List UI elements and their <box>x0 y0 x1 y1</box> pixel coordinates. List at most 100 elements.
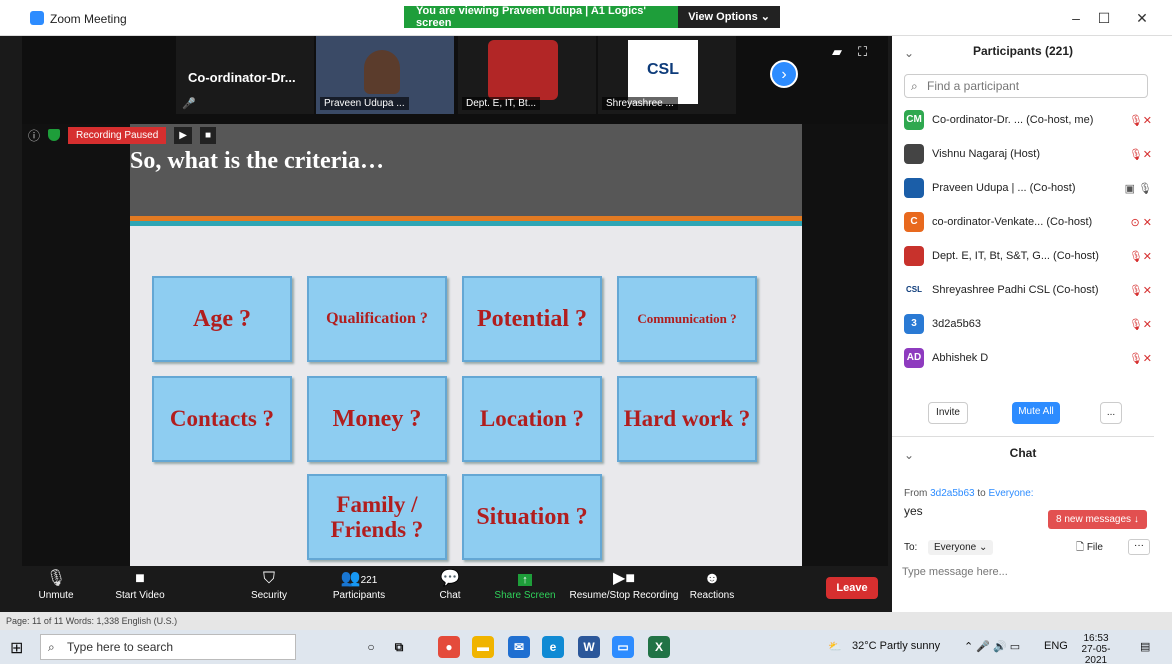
excel-icon[interactable]: X <box>648 636 670 658</box>
file-explorer-icon[interactable]: ▬ <box>472 636 494 658</box>
zoom-icon[interactable]: ▭ <box>612 636 634 658</box>
recipient-select[interactable]: Everyone ⌄ <box>928 540 994 555</box>
avatar: 3 <box>904 314 924 334</box>
participants-icon: 👥221 <box>340 570 378 587</box>
participant-name: Co-ordinator-Dr... <box>188 70 296 85</box>
video-tile[interactable]: CSL Shreyashree ... <box>598 36 736 114</box>
file-icon: 🗋 <box>1076 542 1087 553</box>
participant-row[interactable]: Praveen Udupa | ... (Co-host) ▣ 🎙 <box>904 174 1152 202</box>
participants-button[interactable]: 👥221 Participants <box>326 568 392 601</box>
participant-name: Dept. E, IT, Bt, S&T, G... (Co-host) <box>932 250 1099 262</box>
participant-row[interactable]: Vishnu Nagaraj (Host) 🎙✕ <box>904 140 1152 168</box>
criteria-box: Family / Friends ? <box>307 474 447 560</box>
share-screen-button[interactable]: ↑ Share Screen <box>492 568 558 601</box>
resume-recording-button[interactable]: ▶ <box>174 126 192 144</box>
participant-row[interactable]: AD Abhishek D 🎙✕ <box>904 344 1152 372</box>
stop-recording-button[interactable]: ■ <box>200 126 217 144</box>
clock[interactable]: 16:53 27-05-2021 <box>1076 633 1116 664</box>
language-indicator[interactable]: ENG <box>1044 640 1068 652</box>
unmute-button[interactable]: 🎙 Unmute <box>36 568 76 601</box>
chat-from-word: From <box>904 488 928 499</box>
cortana-icon[interactable]: ○ <box>360 636 382 658</box>
weather-text[interactable]: 32°C Partly sunny <box>852 640 940 652</box>
view-options-button[interactable]: View Options ⌄ <box>678 6 780 28</box>
more-options-button[interactable]: ... <box>1100 402 1122 424</box>
criteria-box: Potential ? <box>462 276 602 362</box>
speaker-video <box>364 50 400 94</box>
slide-title: So, what is the criteria… <box>130 148 384 174</box>
windows-start-icon[interactable]: ⊞ <box>10 638 23 658</box>
windows-taskbar: ⊞ ⌕ Type here to search ○ ⧉ ● ▬ ✉ e W ▭ … <box>0 630 1172 664</box>
chat-message: yes <box>904 504 923 518</box>
new-messages-button[interactable]: 8 new messages ↓ <box>1048 510 1147 529</box>
fullscreen-icon[interactable]: ⛶ <box>858 44 867 60</box>
info-icon[interactable]: ⓘ <box>28 127 40 144</box>
participant-name: Co-ordinator-Dr. ... (Co-host, me) <box>932 114 1094 126</box>
security-button[interactable]: ⛉ Security <box>244 568 294 601</box>
criteria-box: Qualification ? <box>307 276 447 362</box>
criteria-box: Hard work ? <box>617 376 757 462</box>
video-tile[interactable]: Dept. E, IT, Bt... <box>458 36 596 114</box>
criteria-box: Age ? <box>152 276 292 362</box>
notification-icon[interactable]: ▤ <box>1140 640 1150 653</box>
reactions-button[interactable]: ☻ Reactions <box>686 568 738 601</box>
criteria-box: Location ? <box>462 376 602 462</box>
participant-name: Abhishek D <box>932 352 989 364</box>
to-label: To: <box>904 542 918 553</box>
participant-row[interactable]: 3 3d2a5b63 🎙✕ <box>904 310 1152 338</box>
chat-more-button[interactable]: ··· <box>1128 539 1150 555</box>
participant-name: Praveen Udupa | ... (Co-host) <box>932 182 1076 194</box>
video-tile[interactable]: Praveen Udupa ... <box>316 36 454 114</box>
gallery-view-icon[interactable]: ▰ <box>832 44 842 60</box>
next-page-button[interactable]: › <box>770 60 798 88</box>
leave-button[interactable]: Leave <box>826 577 878 599</box>
tray-icons[interactable]: ⌃ 🎤 🔊 ▭ <box>964 640 1020 653</box>
chrome-icon[interactable]: ● <box>438 636 460 658</box>
criteria-box: Contacts ? <box>152 376 292 462</box>
slide: So, what is the criteria… Age ? Qualific… <box>130 124 802 566</box>
screen: Zoom Meeting You are viewing Praveen Udu… <box>0 0 1172 664</box>
mail-icon[interactable]: ✉ <box>508 636 530 658</box>
participant-row[interactable]: C co-ordinator-Venkate... (Co-host) ⊙ ✕ <box>904 208 1152 236</box>
unmute-label: Unmute <box>38 590 74 601</box>
slide-stripe-teal <box>130 221 802 226</box>
mic-off-icon: 🎤 <box>182 98 196 110</box>
shield-icon[interactable] <box>48 129 61 141</box>
maximize-button[interactable]: ☐ <box>1090 10 1118 27</box>
avatar <box>904 178 924 198</box>
task-view-icon[interactable]: ⧉ <box>388 636 410 658</box>
divider <box>892 436 1154 437</box>
recording-button[interactable]: ▶■ Resume/Stop Recording <box>566 568 682 601</box>
participant-search-input[interactable]: ⌕ Find a participant <box>904 74 1148 98</box>
file-button[interactable]: 🗋 File <box>1076 540 1103 557</box>
start-video-button[interactable]: ■ Start Video <box>108 568 172 601</box>
criteria-box: Money ? <box>307 376 447 462</box>
edge-icon[interactable]: e <box>542 636 564 658</box>
minimize-button[interactable]: – <box>1062 10 1090 26</box>
chat-button[interactable]: 💬 Chat <box>432 568 468 601</box>
zoom-logo-icon <box>30 11 44 25</box>
participant-name: co-ordinator-Venkate... (Co-host) <box>932 216 1093 228</box>
taskbar-search-input[interactable]: ⌕ Type here to search <box>40 634 296 660</box>
video-tile[interactable]: Co-ordinator-Dr... 🎤 <box>176 36 314 114</box>
chat-sender[interactable]: 3d2a5b63 <box>930 488 975 499</box>
search-placeholder: Find a participant <box>927 79 1020 93</box>
reactions-label: Reactions <box>689 590 735 601</box>
viewing-banner: You are viewing Praveen Udupa | A1 Logic… <box>404 5 780 29</box>
chat-input[interactable]: Type message here... <box>902 566 1008 578</box>
recording-bar: ⓘ Recording Paused ▶ ■ <box>28 126 217 144</box>
invite-button[interactable]: Invite <box>928 402 968 424</box>
word-icon[interactable]: W <box>578 636 600 658</box>
avatar: AD <box>904 348 924 368</box>
participant-row[interactable]: CSL Shreyashree Padhi CSL (Co-host) 🎙✕ <box>904 276 1152 304</box>
search-icon: ⌕ <box>48 640 55 654</box>
reactions-icon: ☻ <box>703 570 721 587</box>
security-label: Security <box>250 590 288 601</box>
participant-row[interactable]: CM Co-ordinator-Dr. ... (Co-host, me) 🎙✕ <box>904 106 1152 134</box>
participant-row[interactable]: Dept. E, IT, Bt, S&T, G... (Co-host) 🎙✕ <box>904 242 1152 270</box>
mute-all-button[interactable]: Mute All <box>1012 402 1060 424</box>
recording-label: Resume/Stop Recording <box>569 590 679 601</box>
close-button[interactable]: ✕ <box>1128 10 1156 27</box>
participants-title: Participants (221) <box>972 44 1074 58</box>
participant-name: 3d2a5b63 <box>932 318 981 330</box>
